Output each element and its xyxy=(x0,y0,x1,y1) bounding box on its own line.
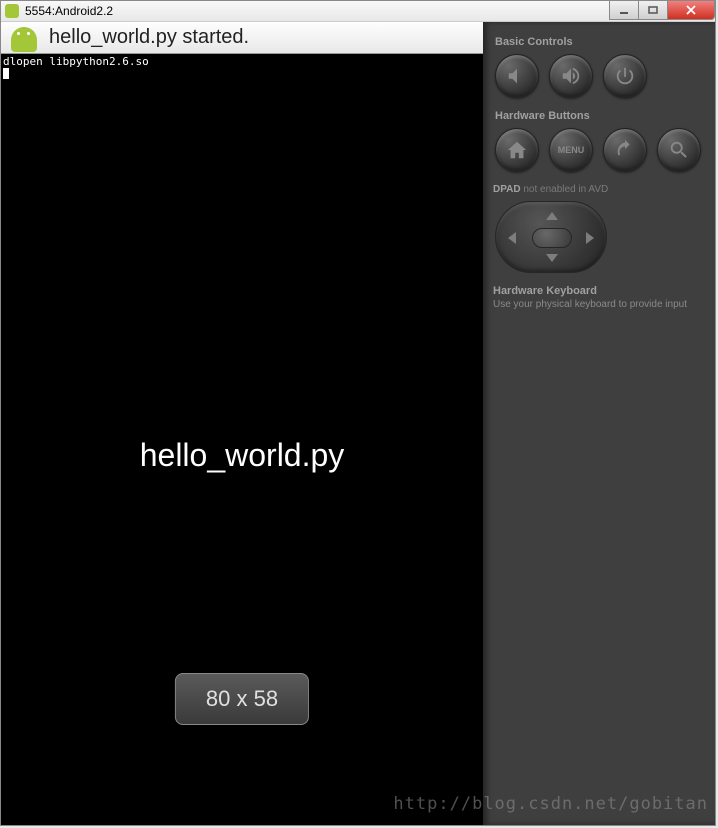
titlebar: 5554:Android2.2 xyxy=(1,1,715,22)
dpad-center xyxy=(532,228,572,248)
back-icon xyxy=(614,139,636,161)
power-button[interactable] xyxy=(603,54,647,98)
content-area: hello_world.py started. dlopen libpython… xyxy=(1,22,715,825)
search-button[interactable] xyxy=(657,128,701,172)
center-text: hello_world.py xyxy=(1,437,483,474)
basic-controls-row xyxy=(493,54,707,98)
toast-text: 80 x 58 xyxy=(206,686,278,711)
maximize-button[interactable] xyxy=(638,0,668,20)
side-panel: Basic Controls Hardware Buttons MENU xyxy=(483,22,715,825)
dpad-left xyxy=(508,232,516,244)
close-button[interactable] xyxy=(667,0,715,20)
volume-up-button[interactable] xyxy=(549,54,593,98)
power-icon xyxy=(614,65,636,87)
app-icon xyxy=(5,4,19,18)
basic-controls-label: Basic Controls xyxy=(495,36,707,48)
volume-down-button[interactable] xyxy=(495,54,539,98)
minimize-button[interactable] xyxy=(609,0,639,20)
window-controls xyxy=(610,0,715,20)
dpad-prefix: DPAD xyxy=(493,184,521,195)
menu-button[interactable]: MENU xyxy=(549,128,593,172)
hardware-buttons-row: MENU xyxy=(493,128,707,172)
back-button[interactable] xyxy=(603,128,647,172)
close-icon xyxy=(686,5,696,15)
app-header-text: hello_world.py started. xyxy=(49,26,249,49)
keyboard-label: Hardware Keyboard xyxy=(493,285,707,297)
keyboard-subtext: Use your physical keyboard to provide in… xyxy=(493,299,707,310)
dpad-down xyxy=(546,254,558,262)
console-cursor xyxy=(3,68,9,79)
window-title: 5554:Android2.2 xyxy=(25,4,113,18)
emulator-window: 5554:Android2.2 hello_world.py s xyxy=(0,0,716,826)
home-icon xyxy=(506,139,528,161)
console-line: dlopen libpython2.6.so xyxy=(3,56,483,68)
dpad-up xyxy=(546,212,558,220)
dpad xyxy=(495,201,607,273)
phone-screen[interactable]: hello_world.py started. dlopen libpython… xyxy=(1,22,483,825)
volume-down-icon xyxy=(506,65,528,87)
app-header: hello_world.py started. xyxy=(1,22,483,54)
home-button[interactable] xyxy=(495,128,539,172)
dpad-right xyxy=(586,232,594,244)
maximize-icon xyxy=(648,6,658,14)
console-output: dlopen libpython2.6.so xyxy=(1,54,483,82)
android-icon xyxy=(7,24,41,52)
volume-up-icon xyxy=(560,65,582,87)
minimize-icon xyxy=(619,6,629,14)
toast: 80 x 58 xyxy=(175,673,309,725)
menu-label: MENU xyxy=(558,145,585,155)
dpad-note: DPAD not enabled in AVD xyxy=(493,184,707,195)
dpad-disabled-text: not enabled in AVD xyxy=(523,184,608,195)
search-icon xyxy=(668,139,690,161)
hardware-buttons-label: Hardware Buttons xyxy=(495,110,707,122)
